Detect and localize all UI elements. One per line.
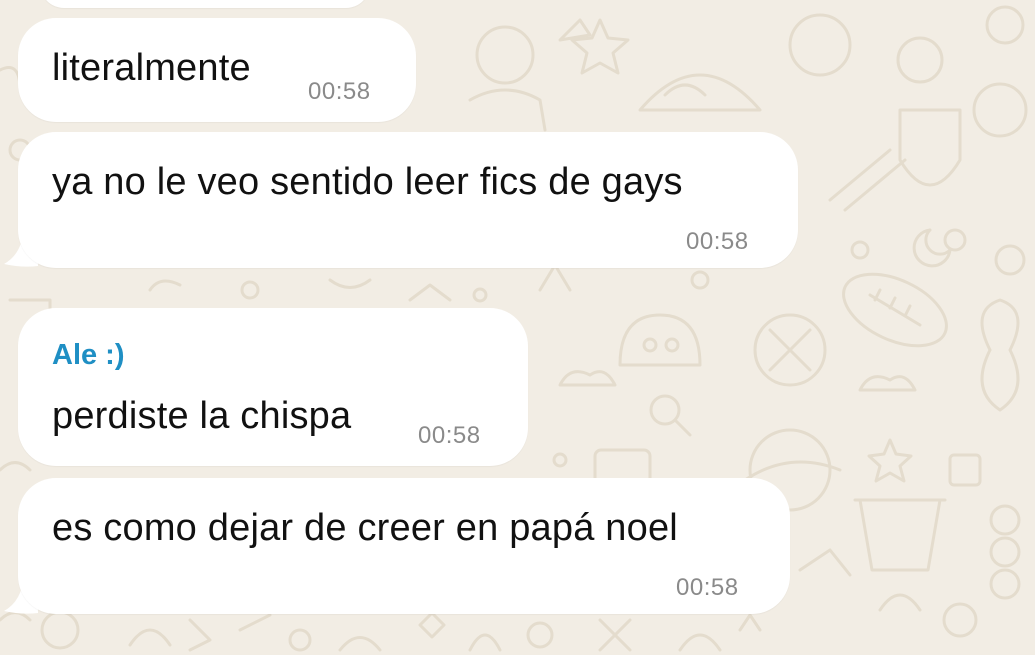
message-timestamp: 00:58	[676, 574, 739, 601]
message-bubble[interactable]: ya no le veo sentido leer fics de gays 0…	[18, 132, 798, 268]
message-text: perdiste la chispa	[52, 395, 352, 437]
message-text: ya no le veo sentido leer fics de gays	[52, 161, 683, 203]
previous-message-bubble-edge[interactable]	[40, 0, 370, 8]
message-timestamp: 00:58	[686, 228, 749, 255]
message-text: es como dejar de creer en papá noel	[52, 507, 678, 549]
message-bubble[interactable]: es como dejar de creer en papá noel 00:5…	[18, 478, 790, 614]
message-bubble[interactable]: literalmente 00:58	[18, 18, 416, 122]
message-text: literalmente	[52, 47, 251, 89]
sender-name[interactable]: Ale :)	[52, 338, 125, 372]
message-timestamp: 00:58	[418, 422, 481, 449]
message-timestamp: 00:58	[308, 78, 371, 105]
message-bubble[interactable]: Ale :) perdiste la chispa 00:58	[18, 308, 528, 466]
